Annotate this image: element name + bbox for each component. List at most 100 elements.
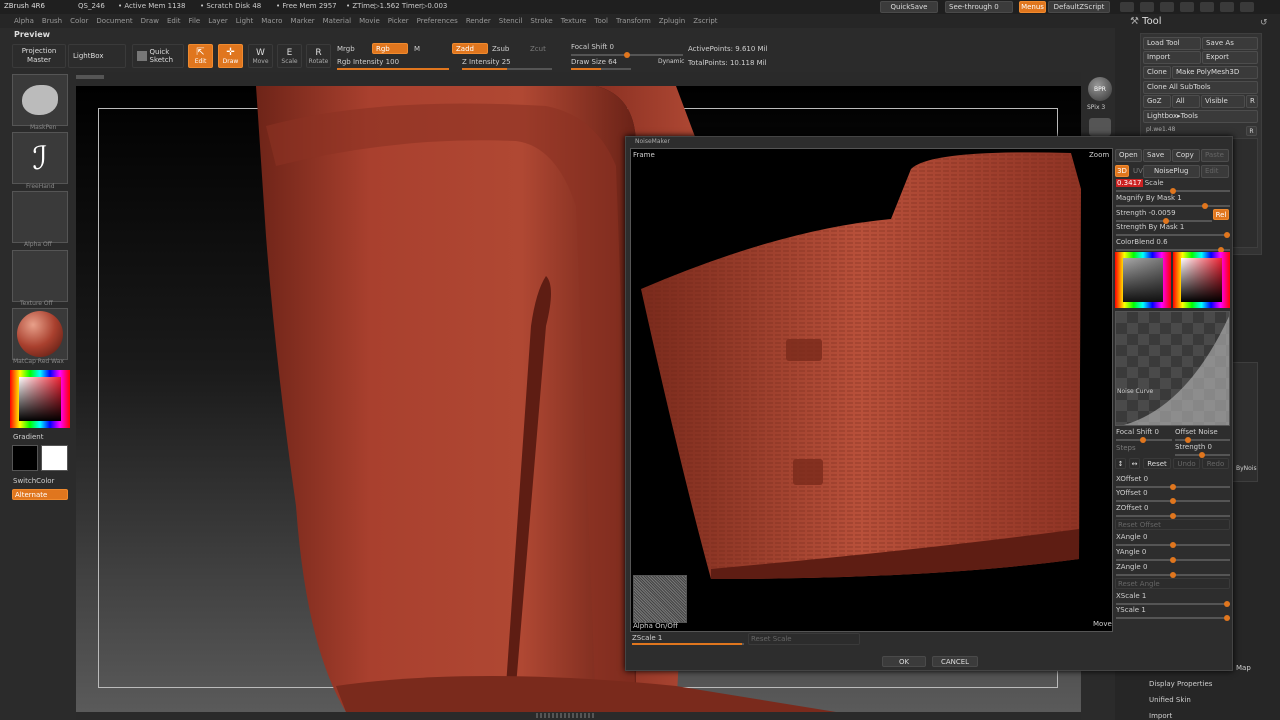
alternate-button[interactable]: Alternate bbox=[12, 489, 68, 500]
nm-3d-button[interactable]: 3D bbox=[1115, 165, 1129, 177]
nm-copy-button[interactable]: Copy bbox=[1172, 149, 1200, 162]
menu-material[interactable]: Material bbox=[323, 17, 351, 25]
goz-r-button[interactable]: R bbox=[1246, 95, 1258, 108]
load-tool-button[interactable]: Load Tool bbox=[1143, 37, 1201, 50]
tool-panel-refresh-icon[interactable]: ↺ bbox=[1260, 18, 1268, 28]
nm-noise-curve[interactable]: Noise Curve bbox=[1115, 311, 1230, 426]
display-properties-item[interactable]: Display Properties bbox=[1149, 680, 1212, 688]
scale-button[interactable]: E Scale bbox=[277, 44, 302, 68]
scroll-icon[interactable] bbox=[1089, 118, 1111, 136]
bottom-shelf-handle[interactable] bbox=[536, 713, 596, 718]
nm-reset-angle-button[interactable]: Reset Angle bbox=[1115, 578, 1230, 589]
goz-all-button[interactable]: All bbox=[1172, 95, 1200, 108]
draw-button[interactable]: ✛ Draw bbox=[218, 44, 243, 68]
menus-button[interactable]: Menus bbox=[1019, 1, 1046, 13]
nm-color-picker-1[interactable] bbox=[1115, 252, 1171, 308]
m-button[interactable]: M bbox=[414, 45, 420, 53]
map-label[interactable]: Map bbox=[1236, 664, 1251, 672]
nm-curve-icon-1[interactable]: ↕ bbox=[1115, 458, 1126, 469]
goz-visible-button[interactable]: Visible bbox=[1201, 95, 1245, 108]
nm-yangle-slider[interactable]: YAngle 0 bbox=[1116, 548, 1230, 563]
nm-save-button[interactable]: Save bbox=[1143, 149, 1171, 162]
menu-stroke[interactable]: Stroke bbox=[530, 17, 552, 25]
z-intensity-slider[interactable]: Z Intensity 25 bbox=[462, 58, 511, 66]
nm-zoffset-slider[interactable]: ZOffset 0 bbox=[1116, 504, 1230, 519]
edit-button[interactable]: ⇱ Edit bbox=[188, 44, 213, 68]
color-picker[interactable] bbox=[10, 370, 70, 428]
menu-macro[interactable]: Macro bbox=[261, 17, 282, 25]
nm-curve-icon-2[interactable]: ↔ bbox=[1129, 458, 1140, 469]
projection-master-button[interactable]: Projection Master bbox=[12, 44, 66, 68]
noise-preview[interactable]: Frame Zoom Alpha On/Off Move bbox=[630, 148, 1113, 632]
nm-undo-button[interactable]: Undo bbox=[1173, 458, 1200, 469]
see-through-slider[interactable]: See-through 0 bbox=[945, 1, 1013, 13]
menu-zplugin[interactable]: Zplugin bbox=[659, 17, 685, 25]
make-polymesh3d-button[interactable]: Make PolyMesh3D bbox=[1172, 66, 1258, 79]
zscale-track[interactable] bbox=[632, 643, 744, 645]
nm-xscale-slider[interactable]: XScale 1 bbox=[1116, 592, 1230, 607]
export-button[interactable]: Export bbox=[1202, 51, 1258, 64]
material-thumbnail[interactable] bbox=[12, 308, 68, 360]
nm-open-button[interactable]: Open bbox=[1115, 149, 1142, 162]
menu-movie[interactable]: Movie bbox=[359, 17, 380, 25]
nm-reset-button[interactable]: Reset bbox=[1143, 458, 1171, 469]
menu-transform[interactable]: Transform bbox=[616, 17, 651, 25]
import-item[interactable]: Import bbox=[1149, 712, 1172, 720]
palette-icon[interactable] bbox=[1160, 2, 1174, 12]
nm-offset-noise-track[interactable] bbox=[1175, 437, 1230, 443]
tool-r-button[interactable]: R bbox=[1246, 126, 1257, 136]
help-icon[interactable] bbox=[1120, 2, 1134, 12]
layout-icon[interactable] bbox=[1140, 2, 1154, 12]
unified-skin-item[interactable]: Unified Skin bbox=[1149, 696, 1191, 704]
brush-thumbnail[interactable] bbox=[12, 74, 68, 126]
nm-xangle-slider[interactable]: XAngle 0 bbox=[1116, 533, 1230, 548]
dynamic-toggle[interactable]: Dynamic bbox=[658, 58, 684, 65]
menu-file[interactable]: File bbox=[189, 17, 201, 25]
nm-paste-button[interactable]: Paste bbox=[1201, 149, 1229, 162]
quick-sketch-button[interactable]: Quick Sketch bbox=[132, 44, 184, 68]
rotate-button[interactable]: R Rotate bbox=[306, 44, 331, 68]
nm-xoffset-slider[interactable]: XOffset 0 bbox=[1116, 475, 1230, 490]
close-icon[interactable] bbox=[1240, 2, 1254, 12]
switch-color-button[interactable]: SwitchColor bbox=[13, 477, 54, 485]
menu-zscript[interactable]: Zscript bbox=[693, 17, 717, 25]
nm-noiseplug-button[interactable]: NoisePlug bbox=[1143, 165, 1200, 178]
menu-draw[interactable]: Draw bbox=[141, 17, 159, 25]
primary-color-swatch[interactable] bbox=[12, 445, 38, 471]
draw-size-track[interactable] bbox=[571, 68, 631, 70]
nm-edit-button[interactable]: Edit bbox=[1201, 165, 1229, 178]
nm-strength2-slider[interactable]: Strength 0 bbox=[1175, 443, 1230, 458]
nm-reset-offset-button[interactable]: Reset Offset bbox=[1115, 519, 1230, 530]
nm-magnify-by-mask-slider[interactable]: Magnify By Mask 1 bbox=[1116, 194, 1230, 209]
menu-preferences[interactable]: Preferences bbox=[417, 17, 458, 25]
nm-color-picker-2[interactable] bbox=[1173, 252, 1230, 308]
nm-scale-slider[interactable]: 0.3417 Scale bbox=[1116, 179, 1230, 194]
import-button[interactable]: Import bbox=[1143, 51, 1201, 64]
bpr-button[interactable]: BPR bbox=[1088, 77, 1112, 101]
menu-document[interactable]: Document bbox=[96, 17, 132, 25]
spix-slider[interactable]: SPix 3 bbox=[1087, 104, 1105, 111]
menu-color[interactable]: Color bbox=[70, 17, 88, 25]
menu-layer[interactable]: Layer bbox=[208, 17, 228, 25]
nm-yoffset-slider[interactable]: YOffset 0 bbox=[1116, 489, 1230, 504]
menu-light[interactable]: Light bbox=[236, 17, 253, 25]
nm-steps-slider[interactable]: Steps bbox=[1116, 444, 1136, 452]
move-button[interactable]: W Move bbox=[248, 44, 273, 68]
z-intensity-track[interactable] bbox=[462, 68, 552, 70]
zsub-button[interactable]: Zsub bbox=[492, 45, 509, 53]
goz-button[interactable]: GoZ bbox=[1143, 95, 1171, 108]
nm-colorblend-slider[interactable]: ColorBlend 0.6 bbox=[1116, 238, 1230, 253]
mrgb-button[interactable]: Mrgb bbox=[337, 45, 355, 53]
rgb-intensity-slider[interactable]: Rgb Intensity 100 bbox=[337, 58, 399, 66]
nm-redo-button[interactable]: Redo bbox=[1202, 458, 1229, 469]
nm-uv-button[interactable]: UV bbox=[1133, 167, 1143, 175]
menu-tool[interactable]: Tool bbox=[594, 17, 608, 25]
move-button[interactable]: Move bbox=[1093, 620, 1112, 628]
save-as-button[interactable]: Save As bbox=[1202, 37, 1258, 50]
ok-button[interactable]: OK bbox=[882, 656, 926, 667]
nm-strength-by-mask-slider[interactable]: Strength By Mask 1 bbox=[1116, 223, 1230, 238]
menu-texture[interactable]: Texture bbox=[561, 17, 587, 25]
menu-alpha[interactable]: Alpha bbox=[14, 17, 34, 25]
focal-shift-slider[interactable]: Focal Shift 0 bbox=[571, 43, 614, 51]
minimize-icon[interactable] bbox=[1200, 2, 1214, 12]
